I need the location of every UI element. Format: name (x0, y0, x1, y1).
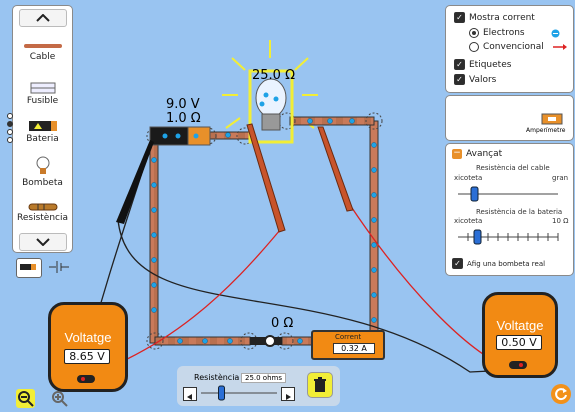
advanced-toggle[interactable]: − Avançat (452, 149, 502, 159)
advanced-panel: − Avançat Resistència del cable xicoteta… (445, 143, 574, 276)
battery-resistance-slider[interactable] (454, 227, 564, 247)
labels-toggle[interactable]: ✓ Etiquetes (454, 59, 511, 70)
page-dot-1[interactable] (7, 113, 13, 119)
toolbox-item-bulb[interactable]: Bombeta (13, 156, 72, 188)
toolbox-item-resistor[interactable]: Resistència (13, 203, 72, 223)
toolbox-item-fuse[interactable]: Fusible (13, 82, 72, 106)
wire-resistance-slider[interactable] (454, 185, 564, 203)
checkbox-icon: ✓ (452, 258, 463, 269)
ammeter-value: 0.32 A (333, 343, 375, 354)
chevron-down-icon (36, 238, 50, 246)
resistance-slider-thumb[interactable] (218, 385, 225, 401)
conventional-option[interactable]: Convencional (469, 42, 568, 52)
values-toggle[interactable]: ✓ Valors (454, 74, 496, 85)
cable-icon (23, 44, 62, 48)
scroll-down-button[interactable] (19, 233, 67, 251)
battery-resistance-label: Resistència de la bateria (476, 208, 563, 216)
battery-voltage-label: 9.0 V (166, 97, 200, 112)
checkbox-icon: ✓ (454, 74, 465, 85)
current-display-panel: ✓ Mostra corrent Electrons Convencional ✓… (445, 5, 574, 93)
increase-button[interactable] (281, 387, 295, 401)
resistor-icon (28, 203, 57, 211)
wire-toggle-icon (20, 264, 36, 270)
electron-dots (151, 118, 377, 344)
page-dot-3[interactable] (7, 129, 13, 135)
voltmeter-reading: 0.50 V (496, 335, 542, 350)
ammeter-tool-label: Amperímetre (526, 127, 566, 134)
bulb-icon (36, 156, 49, 174)
fuse-icon (30, 82, 55, 94)
ammeter-label: Corrent (335, 333, 362, 341)
schematic-view-button[interactable] (47, 258, 71, 276)
lifelike-view-button[interactable] (16, 258, 42, 278)
arrow-right-icon (552, 44, 567, 50)
zoom-in-icon (52, 391, 68, 407)
page-dot-4[interactable] (7, 137, 13, 143)
checkbox-icon: ✓ (454, 59, 465, 70)
wire-resistance-thumb[interactable] (470, 186, 479, 202)
battery[interactable] (149, 126, 211, 146)
resistance-label: Resistència (194, 373, 240, 382)
switch-resistance-label: 0 Ω (271, 316, 294, 331)
bulb-resistance-label: 25.0 Ω (252, 68, 296, 83)
zoom-in-button[interactable] (50, 389, 69, 408)
switch-element[interactable] (250, 335, 282, 347)
voltmeter-reading: 8.65 V (64, 349, 110, 364)
wire-max-label: gran (552, 174, 569, 182)
trash-icon (314, 377, 326, 392)
zoom-out-button[interactable] (16, 389, 35, 408)
scroll-up-button[interactable] (19, 9, 67, 27)
battery-min-label: xicoteta (454, 217, 483, 225)
radio-icon (469, 28, 479, 38)
electrons-option[interactable]: Electrons (469, 28, 560, 38)
toolbox-item-cable[interactable]: Cable (13, 42, 72, 62)
probe-socket-icon (77, 375, 95, 383)
radio-icon (469, 42, 479, 52)
wire-min-label: xicoteta (454, 174, 483, 182)
probe-socket-icon (509, 361, 527, 369)
electron-icon (551, 29, 560, 37)
battery-resistance-thumb[interactable] (473, 229, 482, 245)
battery-icon (28, 121, 57, 131)
chevron-up-icon (36, 14, 50, 22)
triangle-right-icon (286, 394, 291, 400)
delete-button[interactable] (307, 372, 333, 398)
resistance-value: 25.0 ohms (241, 373, 286, 383)
page-dot-2[interactable] (7, 121, 13, 127)
show-current-toggle[interactable]: ✓ Mostra corrent (454, 12, 535, 23)
ammeter-icon (541, 113, 563, 125)
zoom-out-icon (18, 391, 34, 407)
checkbox-icon: ✓ (454, 12, 465, 23)
wire-segments[interactable] (149, 116, 379, 346)
ammeter-tool-panel[interactable]: Amperímetre (445, 95, 574, 141)
resistance-control: Resistència 25.0 ohms (177, 366, 340, 406)
wire-resistance-label: Resistència del cable (476, 164, 550, 172)
resistance-slider[interactable] (199, 385, 279, 401)
voltmeter-title: Voltatge (496, 318, 544, 333)
schematic-toggle-icon (49, 261, 69, 273)
battery-max-label: 10 Ω (552, 217, 569, 225)
real-bulb-toggle[interactable]: ✓ Afig una bombeta real (452, 258, 545, 269)
reset-icon (555, 388, 567, 401)
triangle-left-icon (187, 394, 192, 400)
voltmeter-left[interactable]: Voltatge 8.65 V (48, 302, 128, 392)
component-toolbox: Cable Fusible Bateria Bombeta Resistènci… (12, 5, 73, 253)
junctions[interactable] (146, 112, 383, 350)
ammeter-series[interactable]: Corrent 0.32 A (311, 330, 385, 360)
toolbox-item-battery[interactable]: Bateria (13, 120, 72, 144)
collapse-icon: − (452, 148, 462, 159)
voltmeter-right[interactable]: Voltatge 0.50 V (482, 292, 558, 378)
battery-resistance-label: 1.0 Ω (166, 111, 201, 126)
reset-button[interactable] (551, 384, 571, 404)
voltmeter-title: Voltatge (64, 330, 112, 345)
decrease-button[interactable] (183, 387, 197, 401)
